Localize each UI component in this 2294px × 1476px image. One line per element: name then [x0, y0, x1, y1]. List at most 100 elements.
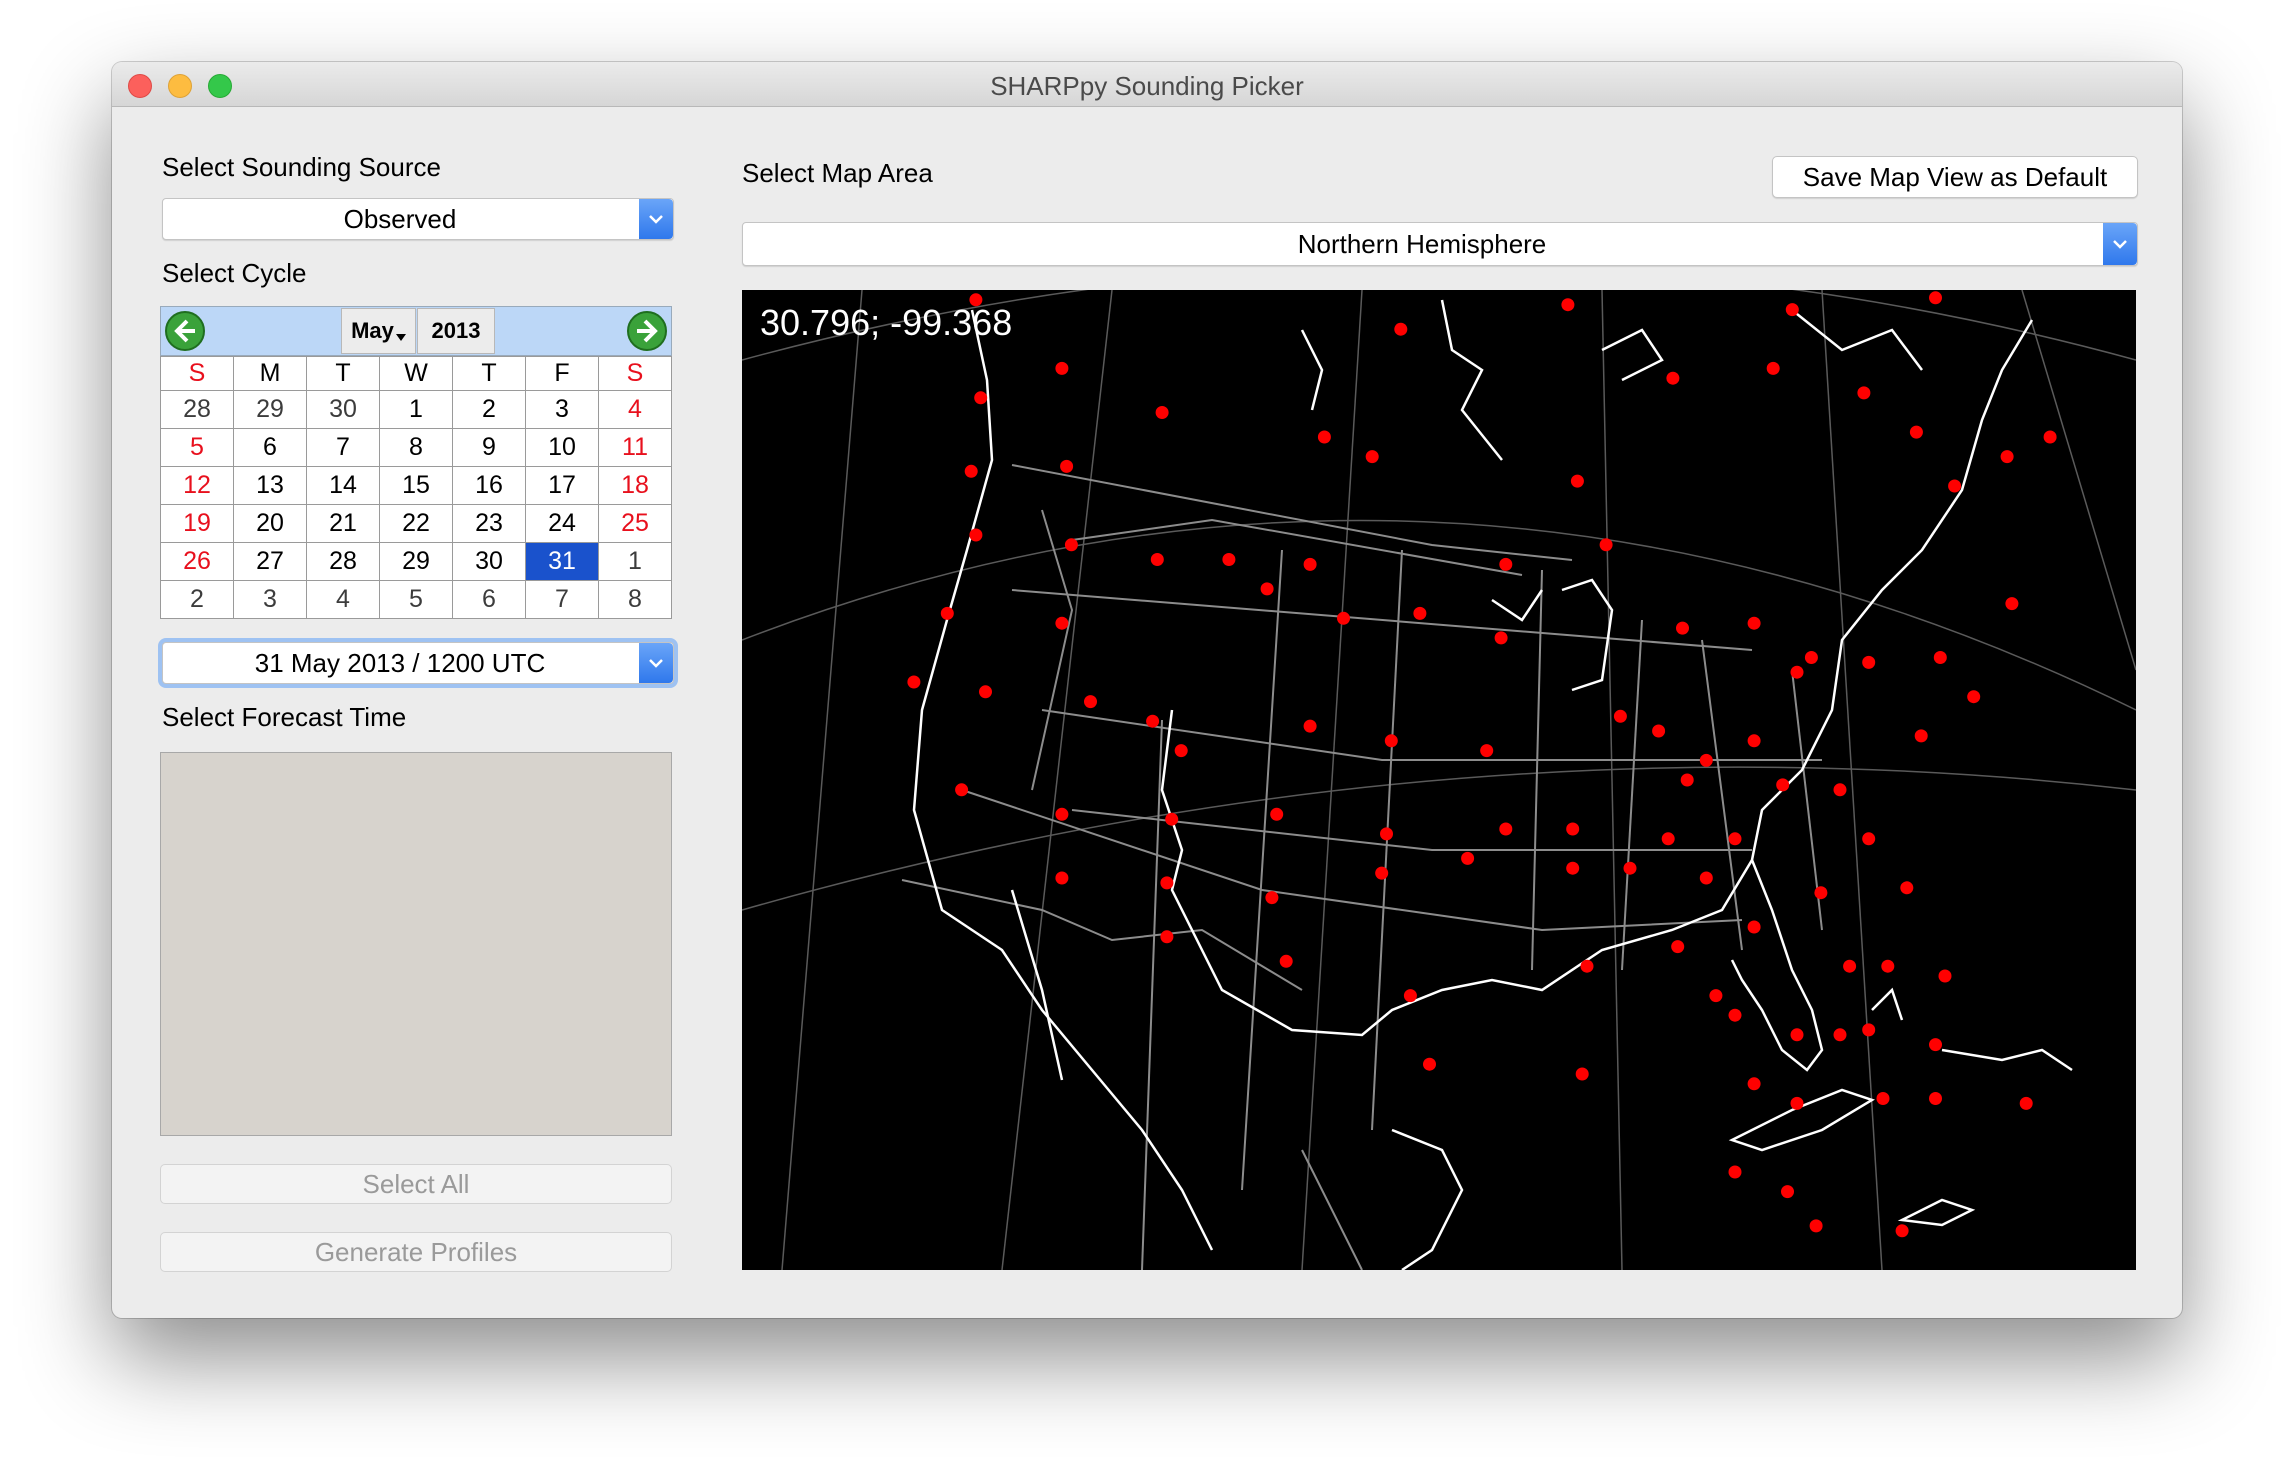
station-dot[interactable] — [969, 528, 983, 542]
month-dropdown[interactable]: May — [341, 308, 416, 354]
station-dot[interactable] — [1862, 655, 1876, 669]
station-dot[interactable] — [1747, 1077, 1761, 1091]
calendar-day[interactable]: 1 — [598, 542, 672, 581]
calendar-day[interactable]: 18 — [598, 466, 672, 505]
calendar-day[interactable]: 20 — [233, 504, 307, 543]
station-dot[interactable] — [1317, 430, 1331, 444]
station-dot[interactable] — [1914, 729, 1928, 743]
previous-month-button[interactable] — [163, 309, 207, 353]
station-dot[interactable] — [1862, 832, 1876, 846]
station-dot[interactable] — [1146, 714, 1160, 728]
map-canvas[interactable] — [741, 264, 2137, 1272]
station-dot[interactable] — [1699, 871, 1713, 885]
station-dot[interactable] — [2019, 1096, 2033, 1110]
station-dot[interactable] — [1881, 959, 1895, 973]
station-dot[interactable] — [1270, 807, 1284, 821]
calendar-day[interactable]: 7 — [306, 428, 380, 467]
station-dot[interactable] — [1480, 744, 1494, 758]
calendar-day[interactable]: 8 — [598, 580, 672, 619]
station-dot[interactable] — [1728, 832, 1742, 846]
calendar-day[interactable]: 24 — [525, 504, 599, 543]
station-dot[interactable] — [1967, 690, 1981, 704]
chevron-down-icon[interactable] — [639, 643, 673, 683]
station-dot[interactable] — [1809, 1219, 1823, 1233]
station-dot[interactable] — [1785, 303, 1799, 317]
calendar-day[interactable]: 23 — [452, 504, 526, 543]
station-dot[interactable] — [1394, 322, 1408, 336]
station-dot[interactable] — [1174, 744, 1188, 758]
station-dot[interactable] — [1413, 606, 1427, 620]
station-dot[interactable] — [1747, 734, 1761, 748]
calendar-day[interactable]: 3 — [233, 580, 307, 619]
station-dot[interactable] — [1790, 665, 1804, 679]
station-dot[interactable] — [974, 391, 988, 405]
station-dot[interactable] — [1303, 719, 1317, 733]
station-map[interactable]: 30.796; -99.368 — [741, 264, 2137, 1272]
station-dot[interactable] — [1613, 709, 1627, 723]
source-select[interactable]: Observed — [162, 198, 674, 240]
station-dot[interactable] — [1279, 954, 1293, 968]
station-dot[interactable] — [1699, 753, 1713, 767]
calendar-day[interactable]: 15 — [379, 466, 453, 505]
station-dot[interactable] — [1060, 459, 1074, 473]
calendar-day[interactable]: 11 — [598, 428, 672, 467]
station-dot[interactable] — [1384, 734, 1398, 748]
station-dot[interactable] — [1580, 959, 1594, 973]
station-dot[interactable] — [2000, 450, 2014, 464]
station-dot[interactable] — [1575, 1067, 1589, 1081]
station-dot[interactable] — [955, 783, 969, 797]
station-dot[interactable] — [1303, 557, 1317, 571]
save-map-view-button[interactable]: Save Map View as Default — [1772, 156, 2138, 198]
calendar-day[interactable]: 30 — [452, 542, 526, 581]
station-dot[interactable] — [1747, 616, 1761, 630]
calendar-day-selected[interactable]: 31 — [525, 542, 599, 581]
calendar-day[interactable]: 5 — [379, 580, 453, 619]
station-dot[interactable] — [964, 464, 978, 478]
station-dot[interactable] — [1666, 371, 1680, 385]
station-dot[interactable] — [1260, 582, 1274, 596]
chevron-down-icon[interactable] — [639, 199, 673, 239]
station-dot[interactable] — [1064, 538, 1078, 552]
station-dot[interactable] — [1676, 621, 1689, 635]
station-dot[interactable] — [1929, 1092, 1942, 1105]
calendar-day[interactable]: 26 — [160, 542, 234, 581]
station-dot[interactable] — [1055, 616, 1069, 630]
calendar-day[interactable]: 2 — [160, 580, 234, 619]
station-dot[interactable] — [979, 685, 992, 699]
station-dot[interactable] — [1680, 773, 1694, 787]
station-dot[interactable] — [1160, 930, 1174, 944]
station-dot[interactable] — [1652, 724, 1666, 738]
station-dot[interactable] — [1423, 1057, 1436, 1071]
calendar-day[interactable]: 12 — [160, 466, 234, 505]
station-dot[interactable] — [2043, 430, 2057, 444]
station-dot[interactable] — [1843, 959, 1857, 973]
calendar-day[interactable]: 22 — [379, 504, 453, 543]
calendar-day[interactable]: 6 — [452, 580, 526, 619]
station-dot[interactable] — [1365, 450, 1379, 464]
station-dot[interactable] — [1380, 827, 1393, 841]
calendar-day[interactable]: 8 — [379, 428, 453, 467]
station-dot[interactable] — [1909, 425, 1923, 439]
station-dot[interactable] — [1499, 822, 1513, 836]
year-field[interactable]: 2013 — [417, 308, 495, 354]
station-dot[interactable] — [1566, 861, 1580, 875]
calendar-day[interactable]: 1 — [379, 390, 453, 429]
station-dot[interactable] — [1938, 969, 1952, 983]
station-dot[interactable] — [1781, 1185, 1794, 1199]
calendar-day[interactable]: 6 — [233, 428, 307, 467]
station-dot[interactable] — [1165, 812, 1179, 826]
station-dot[interactable] — [1933, 651, 1947, 664]
generate-profiles-button[interactable]: Generate Profiles — [160, 1232, 672, 1272]
station-dot[interactable] — [1265, 891, 1279, 905]
station-dot[interactable] — [1747, 920, 1761, 934]
forecast-time-list[interactable] — [160, 752, 672, 1136]
calendar-day[interactable]: 29 — [233, 390, 307, 429]
station-dot[interactable] — [1055, 361, 1069, 375]
calendar-day[interactable]: 2 — [452, 390, 526, 429]
station-dot[interactable] — [1055, 807, 1069, 821]
station-dot[interactable] — [1499, 557, 1513, 571]
station-dot[interactable] — [1833, 783, 1847, 797]
station-dot[interactable] — [1929, 291, 1942, 305]
cycle-time-select[interactable]: 31 May 2013 / 1200 UTC — [162, 642, 674, 684]
station-dot[interactable] — [1671, 940, 1685, 954]
